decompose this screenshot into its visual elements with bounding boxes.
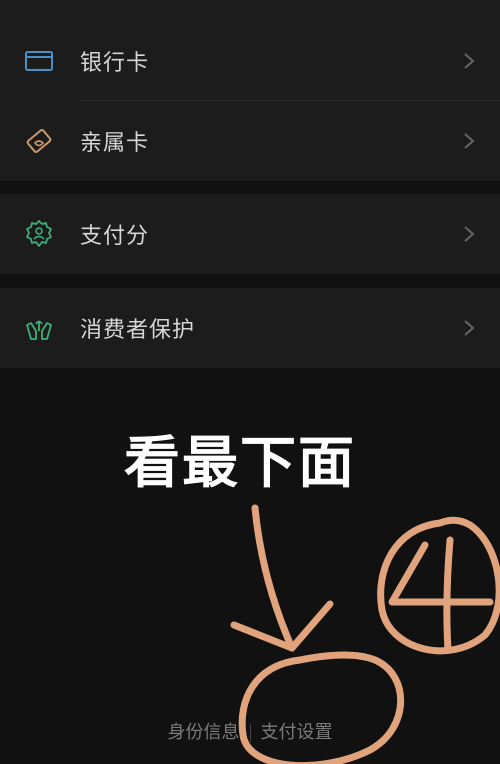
- circled-number-annotation: [377, 516, 500, 655]
- number-four-annotation: [388, 541, 494, 606]
- menu-item-consumer-protection[interactable]: 消费者保护: [0, 288, 500, 368]
- menu-item-label: 银行卡: [80, 51, 150, 76]
- payment-settings-link[interactable]: 支付设置: [251, 718, 343, 744]
- family-card-icon: [26, 129, 52, 153]
- menu-item-pay-score[interactable]: 支付分: [0, 194, 500, 274]
- chevron-right-icon: [464, 226, 475, 242]
- annotation-text: 看最下面: [124, 431, 356, 496]
- menu-item-family-card[interactable]: 亲属卡: [0, 101, 500, 181]
- chevron-right-icon: [464, 53, 475, 69]
- arrow-annotation: [251, 504, 296, 652]
- cards-section: 银行卡 亲属卡: [0, 0, 500, 181]
- menu-item-label: 支付分: [80, 224, 150, 249]
- menu-item-label: 消费者保护: [80, 318, 196, 343]
- menu-item-label: 亲属卡: [80, 131, 150, 156]
- identity-info-link[interactable]: 身份信息: [158, 718, 250, 744]
- menu-item-bank-card[interactable]: 银行卡: [0, 21, 500, 101]
- footer-links: 身份信息 支付设置: [0, 718, 500, 746]
- pay-score-icon: [26, 220, 52, 247]
- circle-annotation: [238, 651, 405, 764]
- wallet-menu-page: 银行卡 亲属卡 支付分 消费者保护 看最下面 身份信息 支付设置: [0, 0, 500, 764]
- consumer-protection-section: 消费者保护: [0, 288, 500, 368]
- chevron-right-icon: [464, 133, 475, 149]
- chevron-right-icon: [464, 320, 475, 336]
- pay-score-section: 支付分: [0, 194, 500, 274]
- arrow-head-annotation: [230, 600, 334, 652]
- bank-card-icon: [25, 51, 53, 71]
- consumer-protection-icon: [26, 320, 52, 340]
